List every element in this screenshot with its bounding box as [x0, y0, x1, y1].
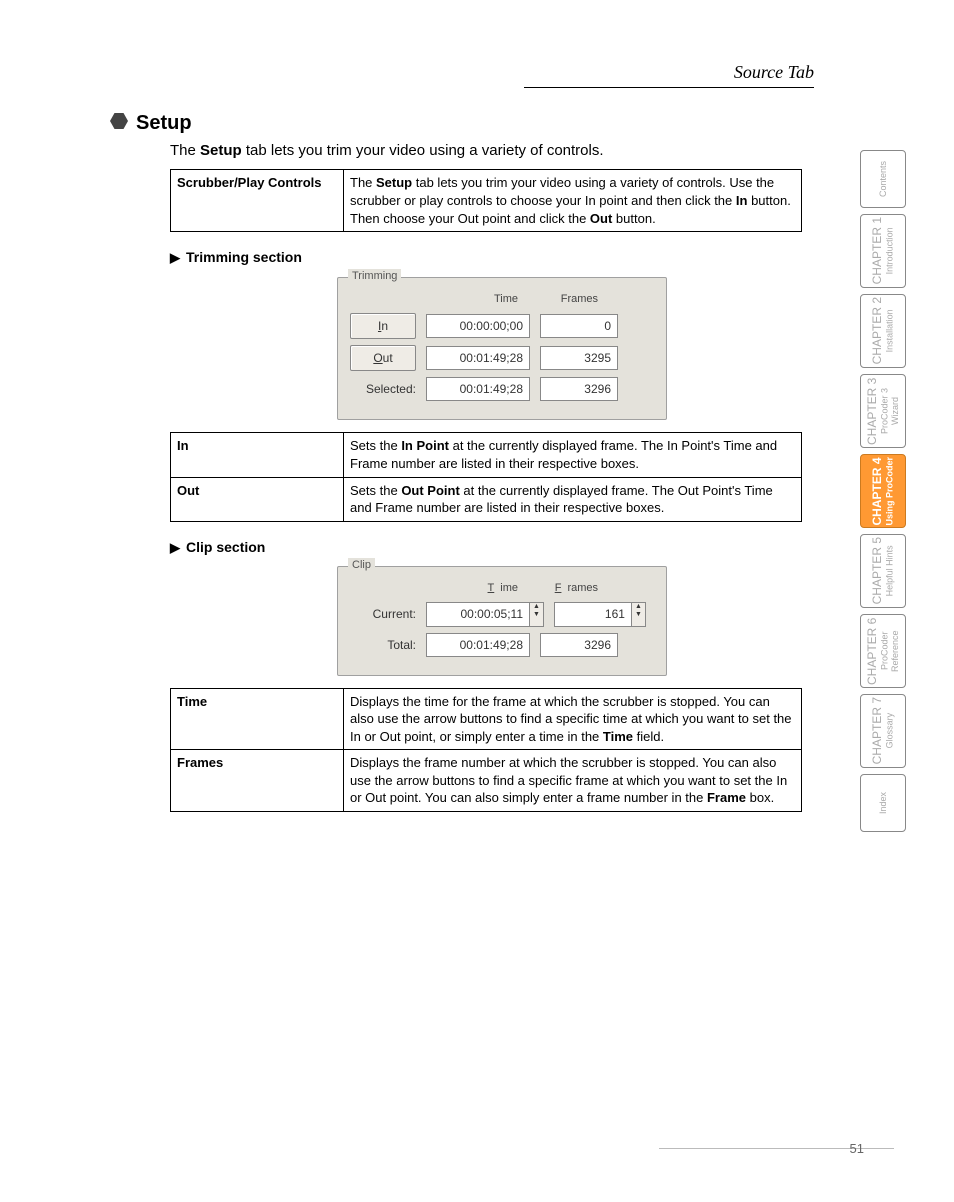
out-time-field[interactable]: 00:01:49;28: [426, 346, 530, 370]
trimming-legend: Trimming: [348, 269, 401, 284]
out-button[interactable]: Out: [350, 345, 416, 371]
current-frames-spinner[interactable]: 161 ▲▼: [554, 602, 646, 626]
in-row-desc: Sets the In Point at the currently displ…: [344, 433, 802, 477]
scrubber-play-controls-desc: The Setup tab lets you trim your video u…: [344, 170, 802, 232]
setup-heading: Setup: [110, 110, 894, 137]
scrubber-play-controls-label: Scrubber/Play Controls: [171, 170, 344, 232]
in-frames-field[interactable]: 0: [540, 314, 618, 338]
col-frames-label: Frames: [534, 581, 604, 596]
nav-tab-chapter-6[interactable]: CHAPTER 6ProCoder Reference: [860, 614, 906, 688]
arrow-down-icon[interactable]: ▼: [530, 611, 543, 619]
table-row: Scrubber/Play Controls The Setup tab let…: [171, 170, 802, 232]
time-row-desc: Displays the time for the frame at which…: [344, 688, 802, 750]
selected-time-field: 00:01:49;28: [426, 377, 530, 401]
nav-tab-contents[interactable]: Contents: [860, 150, 906, 208]
clip-section-heading: ▶Clip section: [170, 538, 894, 557]
table-row: In Sets the In Point at the currently di…: [171, 433, 802, 477]
current-frames-field[interactable]: 161: [554, 602, 632, 626]
in-button[interactable]: In: [350, 313, 416, 339]
total-time-field: 00:01:49;28: [426, 633, 530, 657]
nav-tab-chapter-4[interactable]: CHAPTER 4Using ProCoder: [860, 454, 906, 528]
col-time-label: Time: [428, 292, 524, 307]
nav-tab-index[interactable]: Index: [860, 774, 906, 832]
triangle-right-icon: ▶: [170, 540, 180, 555]
setup-lead: The Setup tab lets you trim your video u…: [170, 141, 894, 161]
nav-tab-chapter-1[interactable]: CHAPTER 1Introduction: [860, 214, 906, 288]
table-row: Time Displays the time for the frame at …: [171, 688, 802, 750]
page-section-title: Source Tab: [524, 60, 814, 88]
setup-heading-text: Setup: [136, 112, 192, 134]
selected-label: Selected:: [350, 381, 416, 397]
nav-tab-chapter-2[interactable]: CHAPTER 2Installation: [860, 294, 906, 368]
in-time-field[interactable]: 00:00:00;00: [426, 314, 530, 338]
out-row-desc: Sets the Out Point at the currently disp…: [344, 477, 802, 521]
setup-table: Scrubber/Play Controls The Setup tab let…: [170, 169, 802, 232]
arrow-down-icon[interactable]: ▼: [632, 611, 645, 619]
current-time-field[interactable]: 00:00:05;11: [426, 602, 530, 626]
footer-rule: [110, 1148, 894, 1149]
col-frames-label: Frames: [534, 292, 604, 307]
nav-tab-chapter-3[interactable]: CHAPTER 3ProCoder 3 Wizard: [860, 374, 906, 448]
table-row: Frames Displays the frame number at whic…: [171, 750, 802, 812]
clip-panel: Clip Time Frames Current: 00:00:05;11 ▲▼…: [337, 566, 667, 675]
clip-legend: Clip: [348, 558, 375, 573]
clip-table: Time Displays the time for the frame at …: [170, 688, 802, 812]
col-time-label: Time: [428, 581, 524, 596]
trimming-panel: Trimming Time Frames In 00:00:00;00 0 Ou…: [337, 277, 667, 420]
frames-row-label: Frames: [171, 750, 344, 812]
side-nav: Contents CHAPTER 1Introduction CHAPTER 2…: [860, 150, 906, 838]
nav-tab-chapter-5[interactable]: CHAPTER 5Helpful Hints: [860, 534, 906, 608]
trimming-table: In Sets the In Point at the currently di…: [170, 432, 802, 521]
total-frames-field: 3296: [540, 633, 618, 657]
page-number: 51: [850, 1140, 864, 1158]
out-frames-field[interactable]: 3295: [540, 346, 618, 370]
selected-frames-field: 3296: [540, 377, 618, 401]
frames-row-desc: Displays the frame number at which the s…: [344, 750, 802, 812]
current-time-spinner[interactable]: 00:00:05;11 ▲▼: [426, 602, 544, 626]
out-row-label: Out: [171, 477, 344, 521]
arrow-up-icon[interactable]: ▲: [530, 603, 543, 611]
arrow-up-icon[interactable]: ▲: [632, 603, 645, 611]
triangle-right-icon: ▶: [170, 250, 180, 265]
current-label: Current:: [350, 606, 416, 622]
hexagon-icon: [110, 110, 128, 137]
in-row-label: In: [171, 433, 344, 477]
time-row-label: Time: [171, 688, 344, 750]
table-row: Out Sets the Out Point at the currently …: [171, 477, 802, 521]
trimming-section-heading: ▶Trimming section: [170, 248, 894, 267]
nav-tab-chapter-7[interactable]: CHAPTER 7Glossary: [860, 694, 906, 768]
total-label: Total:: [350, 637, 416, 653]
